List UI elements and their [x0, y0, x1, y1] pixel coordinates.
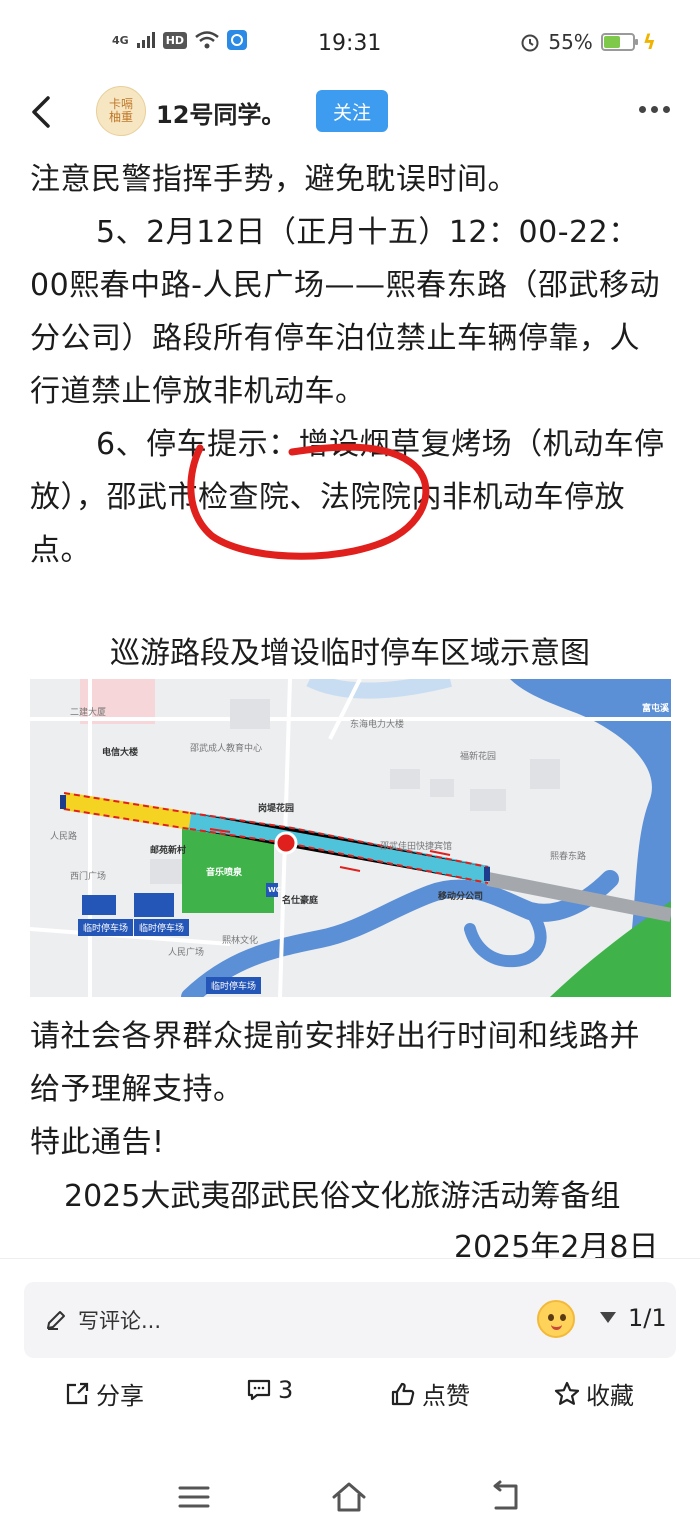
wifi-icon: [195, 31, 219, 49]
thumbs-up-icon: [391, 1382, 415, 1405]
battery-icon: [600, 33, 638, 51]
map-label: 富屯溪: [642, 704, 670, 714]
like-button[interactable]: 点赞: [390, 1376, 470, 1411]
menu-icon[interactable]: [176, 1480, 212, 1514]
article-paragraph: 特此通告!: [30, 1125, 165, 1160]
pen-icon: [47, 1311, 65, 1330]
parking-lot-tag: 临时停车场: [134, 919, 190, 936]
map-label: 邮苑新村: [150, 846, 187, 856]
home-icon[interactable]: [331, 1480, 367, 1514]
post-header: 卡嗝柚重 12号同学。 关注: [0, 80, 700, 144]
article-body: 注意民警指挥手势，避免耽误时间。 5、2月12日（正月十五）12：00-22：0…: [30, 153, 670, 577]
map-label: 东海电力大楼: [350, 720, 405, 730]
status-bar: 4G HD 19:31 55% ϟ: [0, 0, 700, 88]
article-paragraph: 6、停车提示：增设烟草复烤场（机动车停放），邵武市检查院、法院院内非机动车停放点…: [30, 427, 665, 568]
comment-placeholder[interactable]: 写评论...: [78, 1305, 161, 1335]
map-label: 西门广场: [70, 872, 107, 882]
map-label: 福新花园: [460, 752, 497, 762]
hd-badge: HD: [162, 31, 188, 49]
map-label: 音乐喷泉: [206, 868, 243, 878]
map-label: 岗堤花园: [258, 804, 295, 814]
network-type: 4G: [112, 33, 129, 47]
share-button[interactable]: 分享: [64, 1376, 144, 1411]
article-body-continued: 请社会各界群众提前安排好出行时间和线路并给予理解支持。 特此通告!: [30, 1010, 670, 1169]
back-icon[interactable]: [488, 1480, 524, 1514]
comment-button[interactable]: 3: [246, 1376, 293, 1404]
action-bar: 分享 3 点赞 收藏: [0, 1376, 700, 1420]
parking-lot-tag: 临时停车场: [78, 919, 134, 936]
map-label: 人民路: [50, 832, 78, 842]
comment-input-bar[interactable]: 写评论... 1/1: [24, 1282, 676, 1358]
comment-count: 3: [278, 1376, 294, 1404]
date: 2025年2月8日: [454, 1230, 659, 1258]
map-label: 人民广场: [168, 948, 205, 958]
charging-icon: ϟ: [642, 30, 656, 54]
map-label: 电信大楼: [102, 748, 139, 758]
route-map-image[interactable]: 电信大楼 邮苑新村 音乐喷泉 名仕豪庭 移动分公司 WC 岗堤花园 邵武成人教育…: [30, 679, 671, 997]
article-paragraph: 请社会各界群众提前安排好出行时间和线路并给予理解支持。: [30, 1019, 640, 1107]
page-indicator[interactable]: 1/1: [628, 1304, 667, 1332]
divider: [0, 1258, 700, 1259]
map-label: 熙林文化: [222, 936, 259, 946]
share-icon: [66, 1382, 89, 1404]
map-label: 邵武成人教育中心: [190, 744, 263, 754]
battery-level: [603, 36, 621, 48]
map-label: 二建大厦: [70, 708, 107, 718]
share-label: 分享: [96, 1382, 144, 1410]
article-paragraph: 5、2月12日（正月十五）12：00-22：00熙春中路-人民广场——熙春东路（…: [30, 215, 660, 409]
map-label: 移动分公司: [438, 892, 484, 902]
chevron-down-icon[interactable]: [600, 1312, 616, 1323]
battery-percent: 55%: [548, 30, 593, 54]
alarm-icon: [521, 34, 539, 52]
signal-icon: [136, 32, 155, 48]
comment-icon: [247, 1379, 271, 1401]
avatar-text: 卡嗝柚重: [108, 97, 133, 124]
status-icons-right: 55% ϟ: [520, 30, 656, 54]
emoji-icon[interactable]: [537, 1300, 575, 1338]
more-options-icon[interactable]: [639, 106, 670, 113]
like-label: 点赞: [422, 1382, 470, 1410]
map-label: WC: [268, 886, 281, 894]
status-icons-left: 4G HD: [112, 30, 248, 50]
favorite-label: 收藏: [586, 1382, 634, 1410]
map-label: 熙春东路: [550, 852, 587, 862]
map-label: 邵武佳田快捷宾馆: [380, 842, 453, 852]
username[interactable]: 12号同学。: [156, 95, 285, 130]
signature: 2025大武夷邵武民俗文化旅游活动筹备组: [64, 1179, 621, 1214]
parking-lot-tag: 临时停车场: [206, 977, 262, 994]
favorite-button[interactable]: 收藏: [554, 1376, 634, 1411]
map-label: 名仕豪庭: [282, 896, 319, 906]
map-caption: 巡游路段及增设临时停车区域示意图: [110, 636, 590, 671]
follow-button[interactable]: 关注: [316, 90, 388, 132]
system-nav-bar: [0, 1470, 700, 1530]
clock: 19:31: [318, 31, 382, 56]
star-icon: [554, 1381, 580, 1405]
back-arrow-icon[interactable]: [24, 92, 64, 132]
avatar[interactable]: 卡嗝柚重: [96, 86, 146, 136]
article-paragraph: 注意民警指挥手势，避免耽误时间。: [30, 162, 518, 197]
app-notification-icon: [227, 30, 248, 50]
